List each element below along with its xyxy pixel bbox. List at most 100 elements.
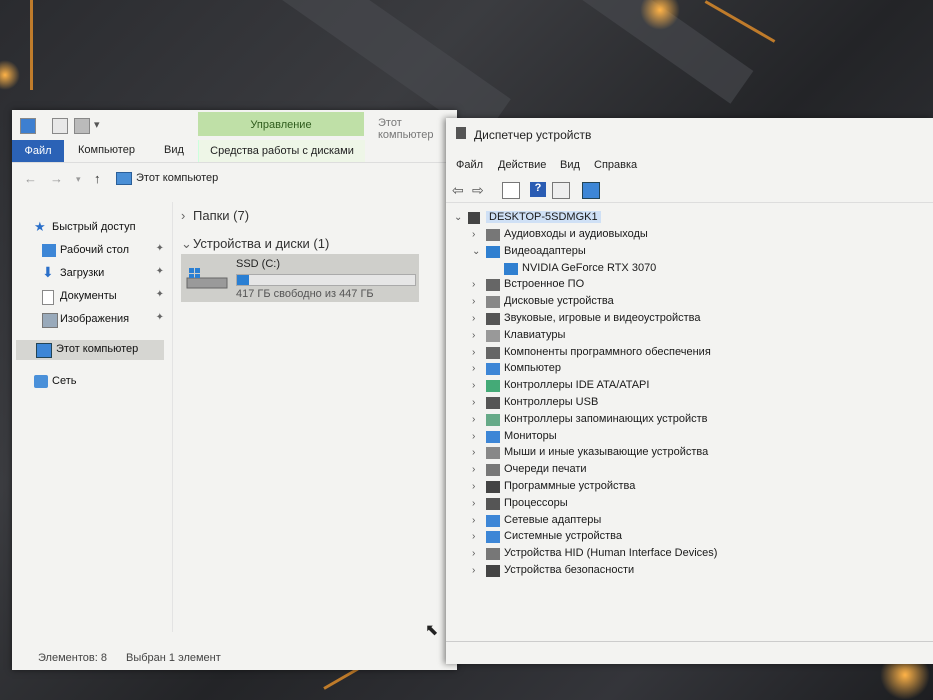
monitor-icon [486,430,500,443]
customize-quick-access-icon[interactable]: ▾ [94,118,100,131]
chevron-right-icon[interactable]: › [472,380,482,391]
group-label: Папки (7) [193,208,250,223]
help-icon[interactable]: ? [530,182,546,197]
chevron-down-icon: ⌄ [181,236,192,251]
nav-this-pc[interactable]: Этот компьютер [16,340,164,360]
recent-locations-icon[interactable]: ▾ [76,174,81,185]
mouse-cursor-icon: ⬉ [425,622,439,639]
device-manager-window: Диспетчер устройств Файл Действие Вид Сп… [446,118,933,664]
device-label: Мониторы [504,429,557,442]
devmgr-title: Диспетчер устройств [474,128,592,142]
devmgr-status-bar [446,641,933,664]
chevron-right-icon[interactable]: › [472,347,482,358]
drive-tile-c[interactable]: SSD (C:) 417 ГБ свободно из 447 ГБ [181,254,419,302]
nav-network[interactable]: Сеть [34,372,164,392]
software-icon [486,346,500,359]
chevron-right-icon[interactable]: › [472,531,482,542]
tab-view[interactable]: Вид [164,144,184,156]
explorer-titlebar: ▾ Управление Этот компьютер [12,110,457,141]
computer-icon[interactable] [20,118,36,134]
properties-icon[interactable] [52,118,68,134]
chevron-right-icon[interactable]: › [472,313,482,324]
device-label: Встроенное ПО [504,278,585,291]
chevron-right-icon[interactable]: › [472,296,482,307]
network-icon [34,375,48,388]
chevron-right-icon[interactable]: › [472,431,482,442]
chevron-right-icon[interactable]: › [472,414,482,425]
sound-icon [486,313,500,325]
display-adapter-icon [486,245,500,258]
pin-icon: ✦ [155,266,164,277]
mouse-icon [486,447,500,460]
tree-root-label: DESKTOP-5SDMGK1 [486,211,601,223]
nav-downloads[interactable]: ⬇ Загрузки ✦ [42,264,164,284]
properties-icon[interactable] [502,182,520,199]
device-label: Контроллеры запоминающих устройств [504,412,708,425]
group-folders[interactable]: › Папки (7) [181,208,249,223]
nav-documents[interactable]: Документы ✦ [42,287,164,307]
back-icon[interactable]: ⇦ [452,182,468,198]
view-icon[interactable] [552,182,570,199]
chevron-right-icon[interactable]: › [472,279,482,290]
address-path[interactable]: Этот компьютер [136,172,218,184]
group-devices[interactable]: ⌄Устройства и диски (1) [181,236,329,252]
pin-icon: ✦ [155,243,164,254]
nav-label: Этот компьютер [56,343,139,355]
pin-icon: ✦ [155,312,164,323]
file-explorer-window: ▾ Управление Этот компьютер Файл Компьют… [12,110,457,670]
hid-icon [486,548,500,561]
chevron-right-icon[interactable]: › [472,548,482,559]
scan-hardware-icon[interactable] [582,182,600,199]
group-label: Устройства и диски (1) [193,236,330,251]
chevron-down-icon: ⌄ [454,212,463,223]
star-icon: ★ [34,219,46,234]
device-label: Компьютер [504,362,561,375]
status-bar: Элементов: 8 Выбран 1 элемент [12,646,457,670]
nav-label: Документы [60,290,117,302]
nav-pictures[interactable]: Изображения ✦ [42,310,164,330]
pin-icon: ✦ [155,289,164,300]
device-label: Контроллеры USB [504,396,599,408]
hard-drive-icon [186,268,228,289]
computer-icon [468,212,480,224]
nav-label: Изображения [60,313,130,325]
forward-icon[interactable]: → [50,171,63,186]
devmgr-toolbar: ⇦ ⇨ ? [446,178,933,203]
chevron-right-icon[interactable]: › [472,363,482,374]
up-icon[interactable]: ↑ [94,171,101,186]
chevron-down-icon[interactable]: ⌄ [472,246,482,257]
computer-icon [486,363,500,376]
software-device-icon [486,481,500,493]
device-label: Мыши и иные указывающие устройства [504,446,709,459]
tab-file[interactable]: Файл [12,140,64,162]
new-folder-icon[interactable] [74,118,90,134]
nav-quick-access[interactable]: ★ Быстрый доступ [34,218,164,238]
drive-usage-fill [237,275,249,285]
chevron-right-icon[interactable]: › [472,515,482,526]
chevron-right-icon[interactable]: › [472,565,482,576]
chevron-right-icon[interactable]: › [472,447,482,458]
tab-computer[interactable]: Компьютер [78,144,135,156]
menu-file[interactable]: Файл [456,159,483,171]
display-adapter-icon [504,262,518,275]
drive-usage-bar [236,274,416,286]
chevron-right-icon[interactable]: › [472,397,482,408]
chevron-right-icon[interactable]: › [472,229,482,240]
device-label: Контроллеры IDE ATA/ATAPI [504,379,650,392]
chevron-right-icon[interactable]: › [472,330,482,341]
menu-action[interactable]: Действие [498,159,546,171]
back-icon[interactable]: ← [24,171,37,186]
tab-disk-tools[interactable]: Средства работы с дисками [198,140,365,162]
chevron-right-icon[interactable]: › [472,464,482,475]
menu-view[interactable]: Вид [560,159,580,171]
menu-help[interactable]: Справка [594,159,637,171]
forward-icon[interactable]: ⇨ [472,182,488,198]
network-adapter-icon [486,514,500,527]
chevron-right-icon[interactable]: › [472,498,482,509]
device-tree: ⌄ DESKTOP-5SDMGK1 › Аудиовходы и аудиовых… [446,206,933,636]
nav-desktop[interactable]: Рабочий стол ✦ [42,241,164,261]
storage-icon [486,413,500,426]
chevron-right-icon[interactable]: › [472,481,482,492]
system-icon [486,531,500,544]
nav-label: Загрузки [60,267,105,279]
